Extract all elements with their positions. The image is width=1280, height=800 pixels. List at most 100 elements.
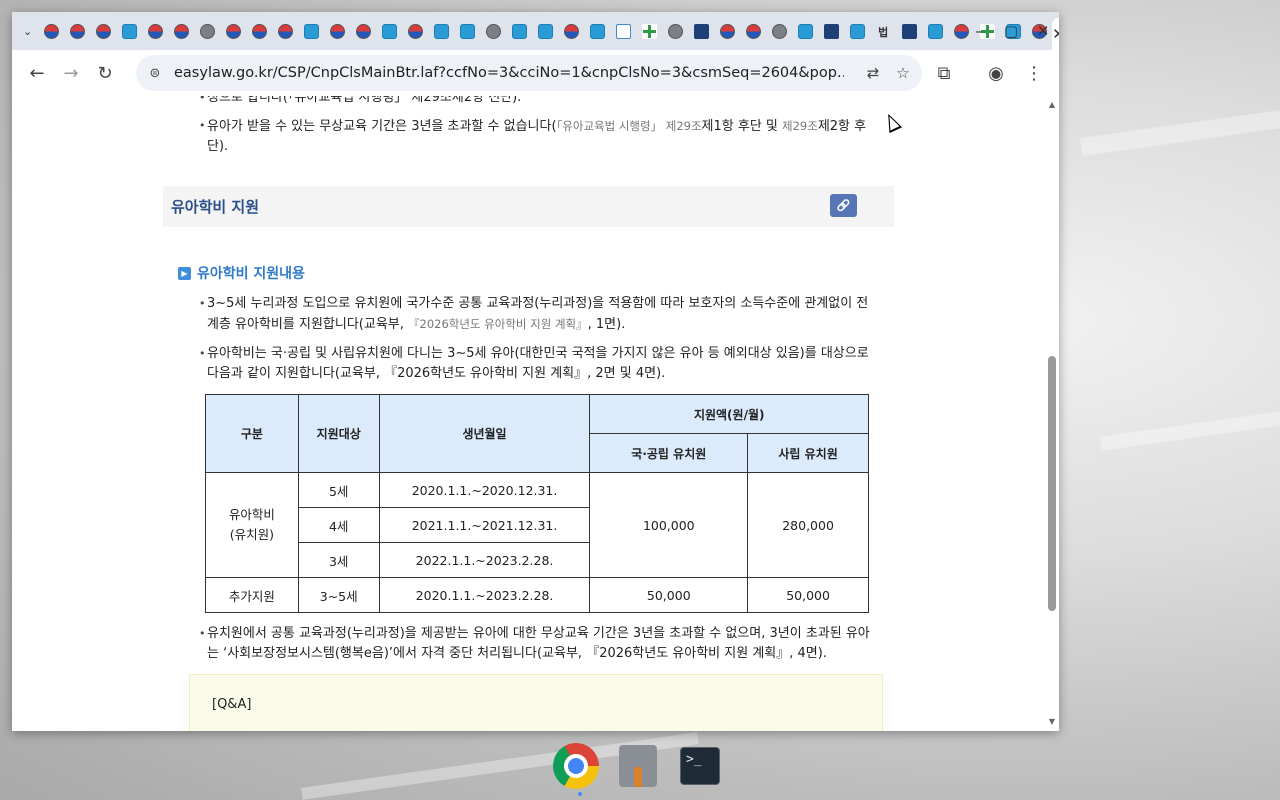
browser-tab[interactable] [480,17,506,45]
browser-tab[interactable] [220,17,246,45]
chrome-app-button[interactable] [551,740,601,796]
link-icon: 🔗 [836,199,851,212]
cell-target: 4세 [297,507,380,543]
browser-tab[interactable] [584,17,610,45]
section-title: 유아학비 지원 [171,198,260,216]
dark-favicon-icon [693,23,709,39]
scroll-thumb[interactable] [1048,356,1056,611]
browser-tab[interactable] [662,17,688,45]
profile-button[interactable]: ◉ [979,56,1013,90]
easy-favicon-icon [381,23,397,39]
bullet-text: 유아학비는 국·공립 및 사립유치원에 다니는 3~5세 유아(대한민국 국적을… [207,346,869,361]
bullet-text: 3~5세 누리과정 도입으로 유치원에 국가수준 공통 교육과정(누리과정)을 … [207,296,869,311]
browser-menu-button[interactable]: ⋮ [1017,56,1051,90]
browser-tab[interactable] [272,17,298,45]
globe-favicon-icon [199,23,215,39]
browser-tab[interactable] [766,17,792,45]
browser-tab[interactable] [818,17,844,45]
browser-tab[interactable]: 법 [870,17,896,45]
browser-tab[interactable] [324,17,350,45]
kr-favicon-icon [329,23,345,39]
browser-tab[interactable] [688,17,714,45]
extensions-button[interactable]: ⧉ [927,56,961,90]
partial-paragraph: 정으로 합니다(「유아교육법 시행령」 제29조제2항 전단). [163,96,894,108]
tool-app-button[interactable] [613,740,663,792]
cell-public-amount: 50,000 [589,577,749,613]
copy-link-button[interactable]: 🔗 [830,194,857,217]
section-header: 유아학비 지원 🔗 [163,186,894,227]
close-icon: ✕ [1036,22,1050,40]
kr-favicon-icon [407,23,423,39]
kr-favicon-icon [355,23,371,39]
qa-box: [Q&A] [189,674,883,731]
browser-tab[interactable] [740,17,766,45]
terminal-app-button[interactable]: >_ [675,740,725,792]
close-window-button[interactable]: ✕ [1027,17,1059,45]
browser-tab[interactable] [610,17,636,45]
easy-favicon-icon [927,23,943,39]
running-indicator [578,792,582,796]
cell-target: 5세 [297,472,380,508]
browser-tab[interactable] [142,17,168,45]
browser-tab[interactable] [922,17,948,45]
group-label-line: 유아학비 [228,507,275,522]
browser-tab[interactable] [116,17,142,45]
translate-button[interactable]: ⇄ [858,58,888,88]
window-controls: – ▢ ✕ [963,12,1059,50]
arrow-right-icon: → [63,62,79,84]
browser-tab[interactable] [636,17,662,45]
kr-favicon-icon [563,23,579,39]
address-bar[interactable]: ⊜ easylaw.go.kr/CSP/CnpClsMainBtr.laf?cc… [136,55,922,91]
browser-tab[interactable] [402,17,428,45]
browser-tab[interactable] [714,17,740,45]
tab-search-button[interactable]: ⌄ [23,20,32,42]
puzzle-icon: ⧉ [937,62,951,84]
bookmark-button[interactable]: ☆ [888,58,918,88]
browser-tab[interactable] [844,17,870,45]
tool-app-icon [619,745,657,787]
browser-tab[interactable] [298,17,324,45]
browser-tab[interactable] [558,17,584,45]
browser-tab[interactable] [90,17,116,45]
back-button[interactable]: ← [20,56,54,90]
scroll-down-arrow-icon[interactable]: ▼ [1047,717,1057,727]
bullet-text: 유아가 받을 수 있는 무상교육 기간은 3년을 초과할 수 없습니다( [207,119,557,134]
kr-favicon-icon [173,23,189,39]
browser-tab[interactable] [168,17,194,45]
house-favicon-icon [615,23,631,39]
forward-button[interactable]: → [54,56,88,90]
browser-tab[interactable] [246,17,272,45]
bullet-nuri-support: 3~5세 누리과정 도입으로 유치원에 국가수준 공통 교육과정(누리과정)을 … [163,294,894,335]
reload-button[interactable]: ↻ [88,56,122,90]
law-reference-link[interactable]: 「유아교육법 시행령」 제29조 [557,119,702,133]
law-reference-link[interactable]: 제29조 [782,119,818,133]
site-info-button[interactable]: ⊜ [140,58,170,88]
browser-tab[interactable] [350,17,376,45]
browser-tab[interactable] [792,17,818,45]
browser-tab[interactable] [64,17,90,45]
easy-favicon-icon [797,23,813,39]
browser-tab[interactable] [376,17,402,45]
green-favicon-icon [641,23,657,39]
bullet-eligibility: 유아학비는 국·공립 및 사립유치원에 다니는 3~5세 유아(대한민국 국적을… [163,344,894,384]
browser-tab[interactable] [454,17,480,45]
kr-favicon-icon [69,23,85,39]
scroll-up-arrow-icon[interactable]: ▲ [1047,100,1057,110]
qa-label: [Q&A] [212,697,252,712]
url-text[interactable]: easylaw.go.kr/CSP/CnpClsMainBtr.laf?ccfN… [174,65,844,81]
minimize-button[interactable]: – [963,17,995,45]
browser-tab[interactable] [532,17,558,45]
browser-tab[interactable] [428,17,454,45]
taskbar-shelf: >_ [551,740,725,796]
browser-tab[interactable] [38,17,64,45]
easy-favicon-icon [589,23,605,39]
easy-favicon-icon [303,23,319,39]
browser-tab[interactable] [506,17,532,45]
browser-window: ⌄ 법 ✕ + – ▢ ✕ ← → ↻ ⊜ easylaw.go.kr/CSP/… [12,12,1059,731]
browser-tab[interactable] [194,17,220,45]
page-scrollbar[interactable]: ▲ ▼ [1045,96,1059,731]
maximize-button[interactable]: ▢ [995,17,1027,45]
browser-tab[interactable] [896,17,922,45]
kr-favicon-icon [251,23,267,39]
kr-favicon-icon [95,23,111,39]
